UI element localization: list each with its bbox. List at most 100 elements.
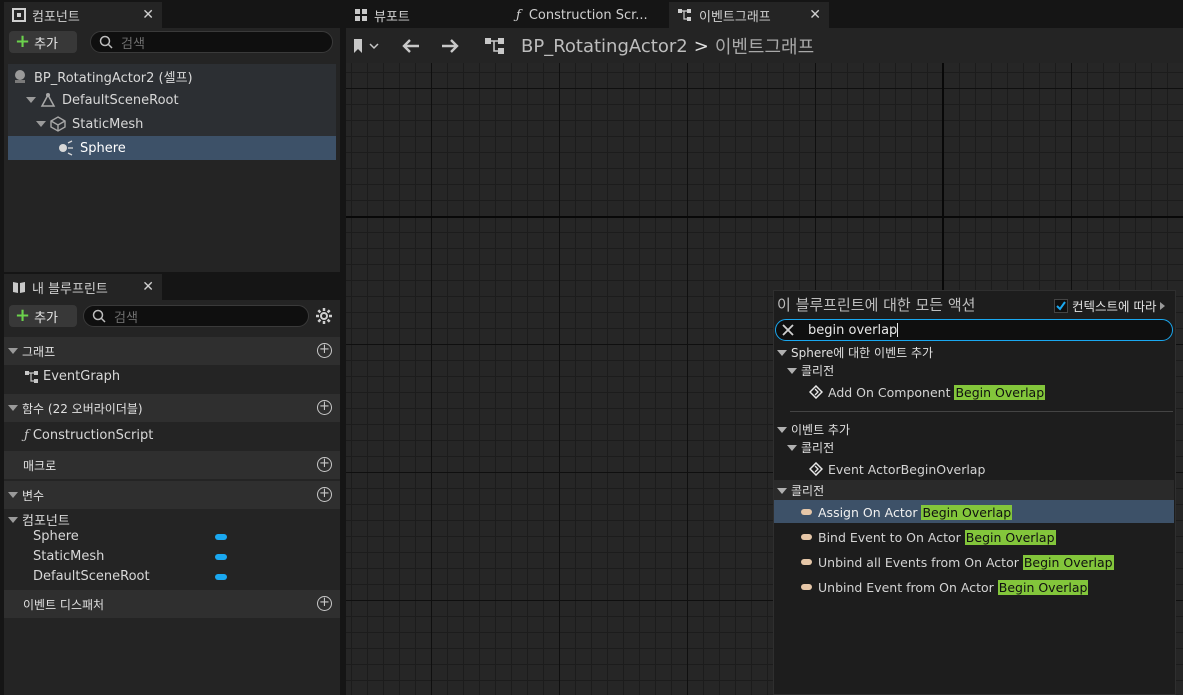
subcategory-collision[interactable]: 콜리전	[787, 439, 834, 456]
event-diamond-icon	[809, 385, 823, 399]
action-search-input[interactable]: begin overlap	[775, 319, 1173, 341]
variable-item-sphere[interactable]: Sphere	[33, 529, 79, 544]
add-blueprint-label: 추가	[34, 310, 59, 326]
expand-arrow-icon[interactable]	[777, 349, 787, 356]
variable-item-defaultsceneroot[interactable]: DefaultSceneRoot	[33, 569, 150, 584]
close-icon[interactable]: ✕	[142, 7, 154, 23]
expand-arrow-icon[interactable]	[787, 444, 797, 451]
blueprint-search-input[interactable]: 검색	[83, 305, 309, 327]
expand-arrow-icon[interactable]	[26, 97, 36, 103]
breadcrumb-blueprint[interactable]: BP_RotatingActor2	[521, 36, 688, 57]
clear-x-icon[interactable]	[782, 324, 794, 336]
expand-arrow-icon[interactable]	[777, 487, 787, 494]
tree-item-staticmesh[interactable]: StaticMesh	[8, 112, 336, 136]
action-search-value: begin overlap	[808, 322, 898, 338]
category-label: 콜리전	[791, 484, 825, 498]
expand-arrow-icon[interactable]	[8, 492, 18, 498]
variable-label: StaticMesh	[33, 549, 105, 564]
expand-arrow-icon[interactable]	[36, 121, 46, 127]
sphere-light-icon	[59, 140, 73, 156]
search-placeholder: 검색	[121, 36, 145, 52]
expand-arrow-icon[interactable]	[8, 516, 18, 523]
expand-arrow-icon[interactable]	[787, 367, 797, 374]
function-item-constructionscript[interactable]: ƒ ConstructionScript	[24, 428, 153, 443]
variable-item-staticmesh[interactable]: StaticMesh	[33, 549, 104, 564]
plus-icon: +	[15, 31, 31, 52]
category-add-event[interactable]: 이벤트 추가	[777, 421, 850, 438]
close-icon[interactable]: ✕	[142, 279, 154, 295]
search-placeholder: 검색	[114, 310, 138, 326]
tab-components[interactable]: 컴포넌트 ✕	[4, 2, 162, 28]
tab-construction-script[interactable]: ƒ Construction Scr...	[508, 2, 666, 28]
section-graphs[interactable]: 그래프 +	[4, 337, 340, 365]
section-variables[interactable]: 변수 +	[4, 481, 340, 509]
chevron-right-icon	[1160, 301, 1166, 310]
tab-viewport[interactable]: 뷰포트	[346, 2, 506, 28]
action-assign-on-actor-begin-overlap[interactable]: Assign On Actor Begin Overlap	[801, 503, 1013, 521]
section-macros[interactable]: 매크로 +	[4, 451, 340, 479]
function-call-icon	[801, 584, 812, 590]
search-match-highlight: Begin Overlap	[921, 504, 1013, 520]
action-label: Unbind all Events from On Actor	[818, 554, 1023, 570]
back-arrow-icon[interactable]	[401, 37, 421, 55]
breadcrumb-graph[interactable]: 이벤트그래프	[715, 33, 814, 59]
variable-type-pill	[215, 574, 227, 580]
category-collision[interactable]: 콜리전	[777, 482, 824, 499]
actor-icon	[15, 70, 25, 83]
add-variable-button[interactable]: +	[317, 487, 332, 502]
action-unbind-event-begin-overlap[interactable]: Unbind Event from On Actor Begin Overlap	[801, 578, 1089, 596]
function-item-label: ConstructionScript	[32, 428, 154, 443]
context-label: 컨텍스트에 따라	[1072, 299, 1157, 314]
search-match-highlight: Begin Overlap	[1022, 554, 1114, 570]
variable-type-pill	[215, 554, 227, 560]
bookmark-icon[interactable]	[352, 38, 382, 54]
checkbox-checked-icon[interactable]	[1054, 298, 1068, 313]
subcategory-collision[interactable]: 콜리전	[787, 362, 834, 379]
static-mesh-icon	[50, 116, 66, 132]
category-label: 이벤트 추가	[791, 423, 851, 437]
breadcrumb-separator: >	[693, 35, 709, 57]
tree-item-sphere[interactable]: Sphere	[8, 136, 336, 160]
gear-icon[interactable]	[315, 307, 333, 325]
add-blueprint-item-button[interactable]: + 추가	[9, 305, 77, 327]
expand-arrow-icon[interactable]	[8, 348, 18, 354]
add-graph-button[interactable]: +	[317, 343, 332, 358]
text-cursor	[897, 323, 899, 337]
section-functions[interactable]: 함수 (22 오버라이더블) +	[4, 394, 340, 422]
context-sensitive-toggle[interactable]: 컨텍스트에 따라	[1054, 296, 1166, 315]
graph-item-eventgraph[interactable]: EventGraph	[24, 369, 120, 384]
action-unbind-all-events-begin-overlap[interactable]: Unbind all Events from On Actor Begin Ov…	[801, 553, 1114, 571]
tab-eventgraph-label: 이벤트그래프	[699, 9, 771, 25]
tree-item-sphere-label: Sphere	[80, 140, 126, 156]
variable-label: Sphere	[33, 529, 79, 544]
scene-root-icon	[40, 93, 56, 107]
components-search-input[interactable]: 검색	[90, 31, 333, 53]
action-label: Assign On Actor	[818, 504, 922, 520]
action-event-actor-begin-overlap[interactable]: Event ActorBeginOverlap	[809, 460, 985, 478]
graph-origin-h	[346, 216, 1183, 218]
add-component-button[interactable]: + 추가	[9, 31, 77, 53]
add-dispatcher-button[interactable]: +	[317, 596, 332, 611]
action-bind-event-begin-overlap[interactable]: Bind Event to On Actor Begin Overlap	[801, 528, 1056, 546]
tab-event-graph[interactable]: 이벤트그래프 ✕	[669, 2, 829, 28]
add-macro-button[interactable]: +	[317, 457, 332, 472]
expand-arrow-icon[interactable]	[777, 426, 787, 433]
section-event-dispatchers[interactable]: 이벤트 디스패처 +	[4, 590, 340, 618]
variable-group-components[interactable]: 컴포넌트	[8, 510, 70, 529]
function-icon: ƒ	[24, 428, 29, 443]
viewport-icon	[355, 9, 367, 21]
forward-arrow-icon[interactable]	[440, 37, 460, 55]
category-sphere-events[interactable]: Sphere에 대한 이벤트 추가	[777, 344, 933, 361]
tab-my-blueprint[interactable]: 내 블루프린트 ✕	[4, 274, 162, 300]
category-collision-row	[774, 480, 1174, 500]
action-label: Bind Event to On Actor	[818, 529, 965, 545]
add-function-button[interactable]: +	[317, 400, 332, 415]
tree-item-self[interactable]: BP_RotatingActor2 (셀프)	[8, 64, 336, 88]
graph-item-label: EventGraph	[43, 369, 121, 384]
tree-item-defaultsceneroot[interactable]: DefaultSceneRoot	[8, 88, 336, 112]
section-functions-label: 함수 (22 오버라이더블)	[22, 401, 143, 416]
section-macros-label: 매크로	[23, 458, 57, 473]
close-icon[interactable]: ✕	[809, 7, 821, 23]
action-add-on-component-begin-overlap[interactable]: Add On Component Begin Overlap	[809, 383, 1046, 401]
expand-arrow-icon[interactable]	[8, 405, 18, 411]
